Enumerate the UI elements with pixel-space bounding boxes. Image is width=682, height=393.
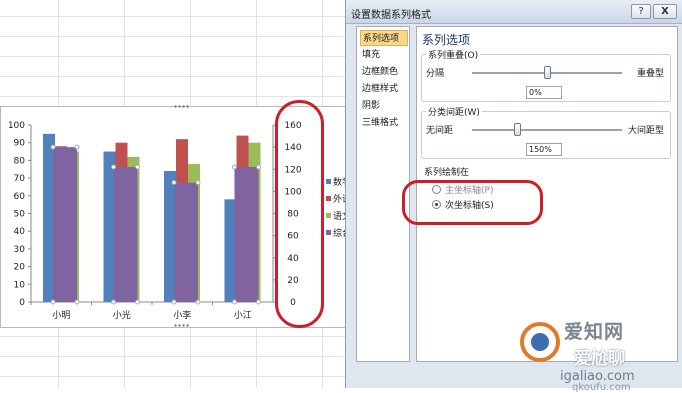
selection-handle — [232, 164, 237, 170]
watermark-text-2: 爱尬聊 — [574, 349, 625, 369]
legend-swatch-数学 — [326, 179, 331, 184]
nav-item-3d-format[interactable]: 三维格式 — [360, 115, 408, 131]
category-label: 小光 — [113, 309, 131, 321]
left-axis-tick-label: 90 — [14, 139, 26, 149]
legend-swatch-外语 — [326, 196, 331, 201]
nav-item-border-color[interactable]: 边框颜色 — [360, 64, 408, 80]
section-title: 系列选项 — [422, 33, 471, 47]
watermark: 爱知网 爱尬聊 igaliao.com qkoufu.com — [512, 314, 682, 393]
selection-handle — [135, 299, 140, 305]
selection-handle — [135, 164, 140, 170]
nav-item-border-style[interactable]: 边框样式 — [360, 81, 408, 97]
selection-handle — [111, 164, 116, 170]
plot-on-group-label: 系列绘制在 — [422, 165, 472, 178]
left-axis-tick-label: 0 — [19, 298, 25, 308]
left-axis-tick-label: 80 — [14, 156, 26, 166]
selection-handle — [74, 144, 80, 150]
watermark-text-1: 爱知网 — [564, 321, 625, 343]
category-label: 小李 — [173, 309, 191, 321]
legend-swatch-综合 — [326, 230, 331, 235]
dialog-title: 设置数据系列格式 — [351, 10, 431, 21]
dialog-titlebar[interactable]: 设置数据系列格式 ? X — [346, 0, 682, 24]
overlap-value-field[interactable]: 0% — [526, 86, 562, 99]
left-axis-tick-label: 100 — [8, 121, 25, 131]
gap-slider-track[interactable] — [472, 129, 622, 132]
selection-handle — [111, 299, 116, 305]
category-label: 小明 — [52, 310, 70, 321]
left-axis-tick-label: 20 — [14, 263, 26, 273]
overlap-right-label: 重叠型 — [637, 69, 665, 79]
selection-handle — [50, 299, 56, 305]
bar-综合-小明 — [53, 147, 77, 302]
left-axis-tick-label: 40 — [14, 227, 26, 237]
overlap-group-label: 系列重叠(O) — [426, 48, 481, 61]
gap-left-label: 无间距 — [426, 126, 454, 136]
bar-综合-小江 — [234, 167, 259, 302]
overlap-left-label: 分隔 — [426, 69, 445, 79]
left-axis-tick-label: 60 — [14, 192, 26, 202]
selection-handle — [195, 180, 201, 186]
category-label: 小江 — [234, 310, 252, 321]
overlap-slider-thumb[interactable] — [544, 66, 551, 79]
selection-handle — [171, 299, 177, 305]
gap-value-field[interactable]: 150% — [526, 143, 562, 156]
legend-swatch-语文 — [326, 213, 331, 218]
left-axis-tick-label: 70 — [14, 174, 26, 184]
left-axis-tick-label: 50 — [14, 210, 26, 220]
gap-width-group: 分类间距(W) 无间距 大间距型 150% — [421, 105, 671, 159]
selection-handle — [195, 299, 201, 305]
bar-综合-小李 — [174, 182, 198, 302]
selection-handle — [74, 299, 80, 305]
help-button[interactable]: ? — [631, 4, 651, 19]
selection-handle — [171, 180, 177, 186]
secondary-axis-option-highlight — [402, 180, 543, 225]
left-axis-tick-label: 30 — [14, 245, 26, 255]
nav-item-shadow[interactable]: 阴影 — [360, 98, 408, 114]
selection-handle — [256, 299, 261, 305]
bar-综合-小光 — [113, 167, 138, 302]
left-axis-tick-label: 10 — [14, 280, 26, 290]
gap-group-label: 分类间距(W) — [426, 105, 482, 118]
selection-handle — [50, 144, 56, 150]
nav-item-fill[interactable]: 填充 — [360, 47, 408, 63]
gap-right-label: 大间距型 — [628, 126, 665, 136]
selection-handle — [232, 299, 237, 305]
nav-item-series-options[interactable]: 系列选项 — [360, 30, 408, 46]
gap-slider-thumb[interactable] — [514, 123, 521, 136]
selection-handle — [256, 164, 261, 170]
secondary-axis-highlight — [275, 100, 324, 328]
watermark-logo-icon — [520, 322, 560, 362]
overlap-group: 系列重叠(O) 分隔 重叠型 0% — [421, 48, 671, 102]
close-button[interactable]: X — [653, 4, 677, 19]
